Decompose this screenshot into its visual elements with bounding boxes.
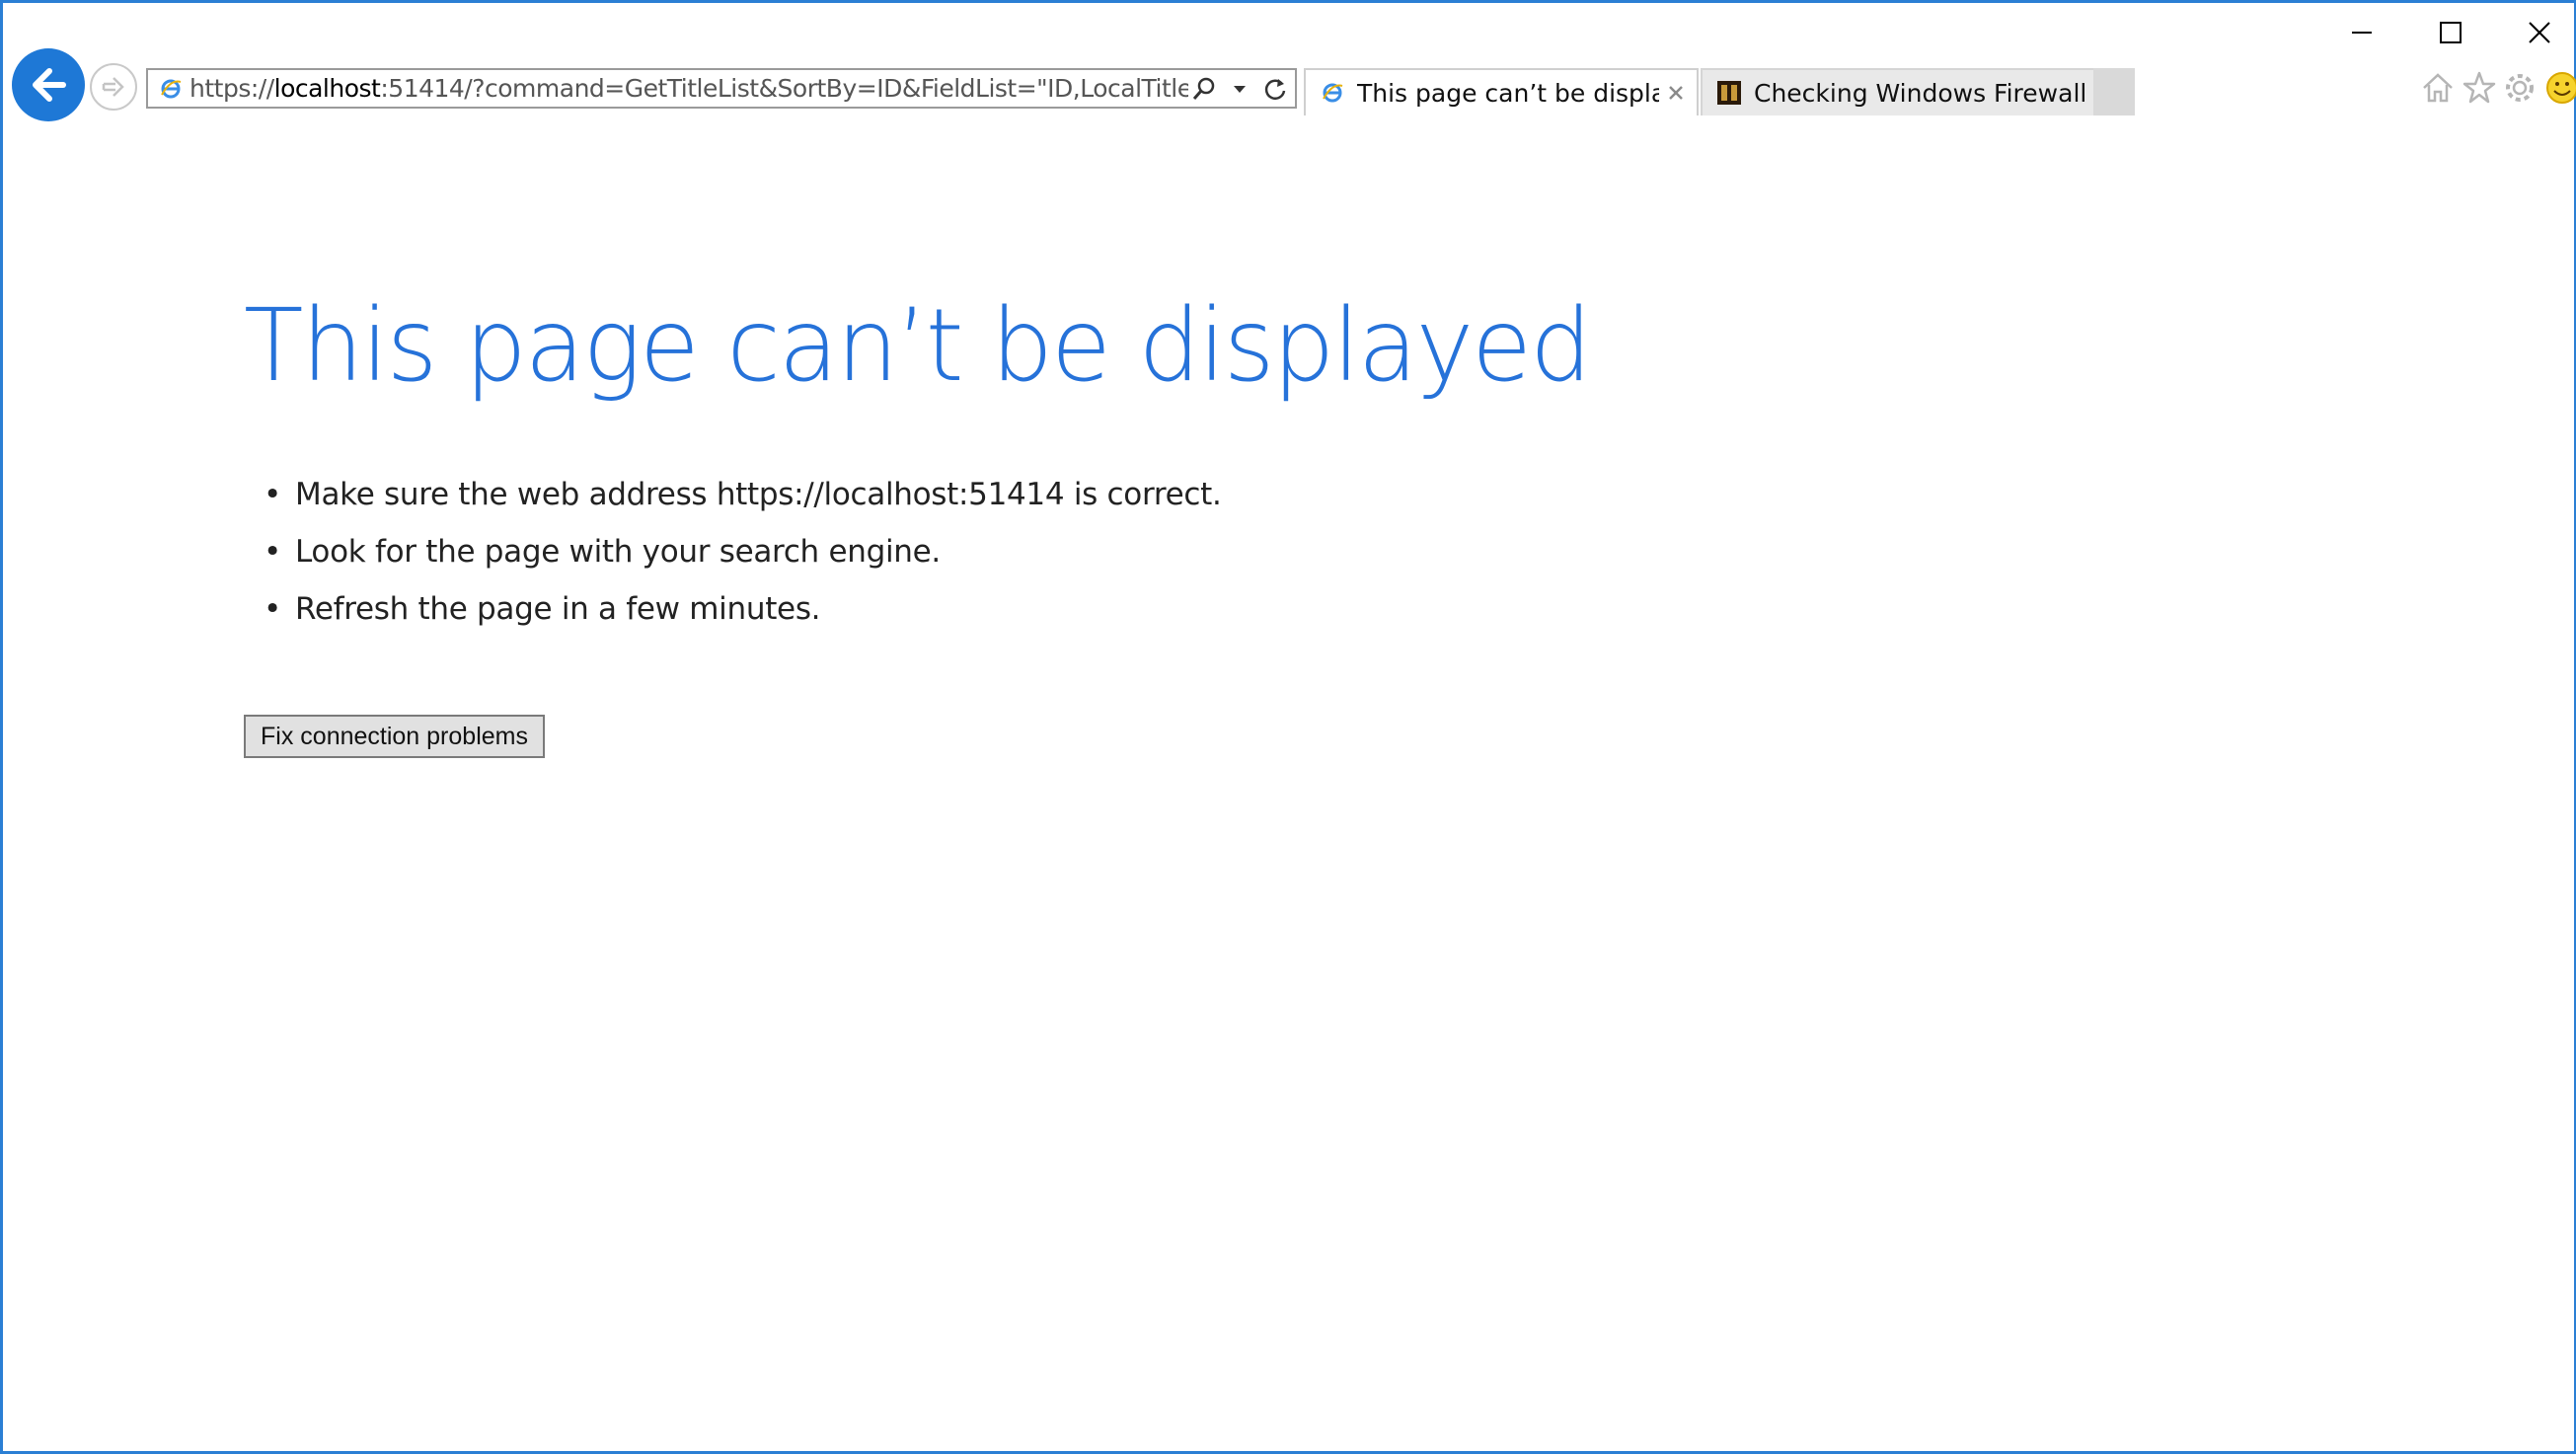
- url-scheme: https://: [189, 74, 274, 103]
- search-icon[interactable]: [1188, 73, 1220, 105]
- url-path: :51414/?command=GetTitleList&SortBy=ID&F…: [380, 74, 1188, 103]
- fix-connection-problems-button[interactable]: Fix connection problems: [244, 715, 545, 758]
- close-window-button[interactable]: [2500, 11, 2576, 54]
- site-favicon-icon: [1714, 78, 1744, 108]
- minimize-icon: [2352, 32, 2372, 34]
- tab-firewall[interactable]: Checking Windows Firewall for ...: [1701, 68, 2135, 115]
- url-host: localhost: [273, 74, 381, 103]
- forward-arrow-icon: [102, 77, 124, 97]
- tab-label: Checking Windows Firewall for ...: [1754, 78, 2133, 108]
- list-item: Look for the page with your search engin…: [264, 530, 1222, 587]
- tools-gear-icon[interactable]: [2500, 68, 2539, 108]
- favorites-star-icon[interactable]: [2460, 68, 2499, 108]
- back-button[interactable]: [12, 48, 85, 121]
- browser-window: https://localhost:51414/?command=GetTitl…: [0, 0, 2576, 1454]
- maximize-button[interactable]: [2411, 11, 2490, 54]
- maximize-icon: [2440, 22, 2462, 43]
- list-item: Refresh the page in a few minutes.: [264, 587, 1222, 645]
- new-tab-button[interactable]: [2093, 68, 2135, 115]
- back-arrow-icon: [33, 68, 66, 102]
- refresh-icon[interactable]: [1259, 73, 1291, 105]
- tab-active[interactable]: This page can’t be displayed: [1304, 68, 1699, 115]
- tips-list: Make sure the web address https://localh…: [264, 473, 1222, 645]
- ie-page-icon: [156, 74, 186, 104]
- forward-button[interactable]: [90, 63, 137, 111]
- ie-page-icon: [1318, 78, 1347, 108]
- close-tab-icon[interactable]: [1659, 76, 1693, 110]
- close-icon: [2529, 22, 2550, 43]
- tab-label: This page can’t be displayed: [1357, 78, 1659, 108]
- feedback-smiley-icon[interactable]: [2542, 68, 2576, 108]
- list-item: Make sure the web address https://localh…: [264, 473, 1222, 530]
- home-icon[interactable]: [2418, 68, 2458, 108]
- address-bar[interactable]: https://localhost:51414/?command=GetTitl…: [146, 68, 1297, 109]
- minimize-button[interactable]: [2322, 11, 2401, 54]
- page-title: This page can’t be displayed: [244, 287, 1592, 405]
- address-input[interactable]: https://localhost:51414/?command=GetTitl…: [186, 74, 1188, 103]
- dropdown-arrow-icon[interactable]: [1224, 73, 1255, 105]
